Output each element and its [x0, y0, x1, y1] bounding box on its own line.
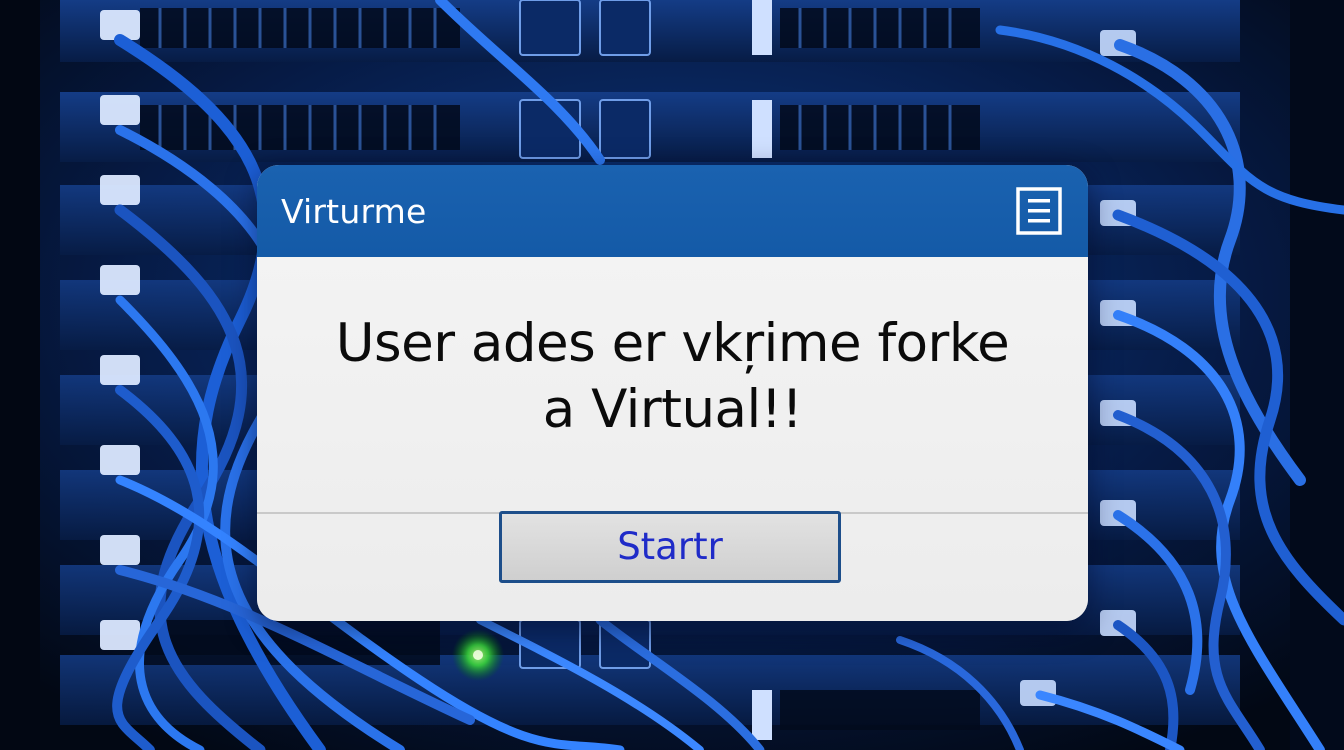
dialog-title-bar: Virturme — [257, 165, 1088, 257]
dialog-message-line-1: User ades er vkŗime forke — [335, 313, 1010, 374]
menu-button[interactable] — [1016, 187, 1062, 235]
dialog-title: Virturme — [281, 192, 427, 231]
dialog-message: User ades er vkŗime forke a Virtual!! — [257, 311, 1088, 443]
menu-icon — [1016, 187, 1062, 235]
dialog-message-line-2: a Virtual!! — [542, 379, 803, 440]
dialog-window: Virturme User ades er vkŗime forke a Vir… — [257, 165, 1088, 621]
start-button[interactable]: Startr — [499, 511, 841, 583]
